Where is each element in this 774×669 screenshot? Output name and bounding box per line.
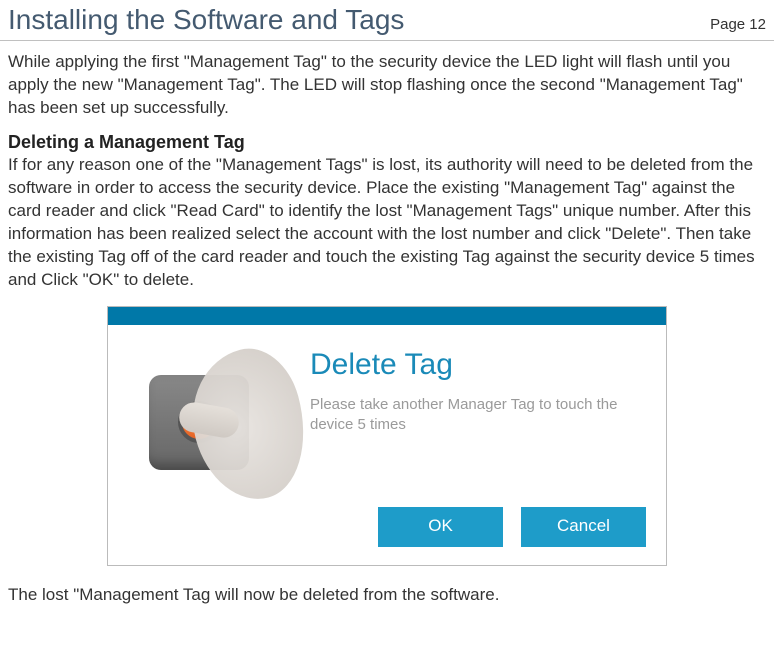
subheading-deleting: Deleting a Management Tag: [8, 130, 766, 154]
delete-tag-dialog: Delete Tag Please take another Manager T…: [107, 306, 667, 566]
cancel-button[interactable]: Cancel: [521, 507, 646, 547]
paragraph-deleting: If for any reason one of the "Management…: [8, 154, 766, 292]
dialog-titlebar: [108, 307, 666, 325]
dialog-button-row: OK Cancel: [108, 507, 666, 565]
dialog-title: Delete Tag: [310, 345, 650, 386]
dialog-screenshot: Delete Tag Please take another Manager T…: [8, 306, 766, 566]
illustration-hand-device: [124, 345, 294, 495]
page-content: While applying the first "Management Tag…: [0, 51, 774, 607]
page-number: Page 12: [710, 16, 766, 33]
page-title: Installing the Software and Tags: [8, 4, 404, 36]
paragraph-intro: While applying the first "Management Tag…: [8, 51, 766, 120]
ok-button[interactable]: OK: [378, 507, 503, 547]
page-header: Installing the Software and Tags Page 12: [0, 0, 774, 41]
dialog-body: Delete Tag Please take another Manager T…: [108, 325, 666, 507]
dialog-text-area: Delete Tag Please take another Manager T…: [294, 345, 650, 495]
paragraph-result: The lost "Management Tag will now be del…: [8, 584, 766, 607]
dialog-message: Please take another Manager Tag to touch…: [310, 395, 650, 436]
